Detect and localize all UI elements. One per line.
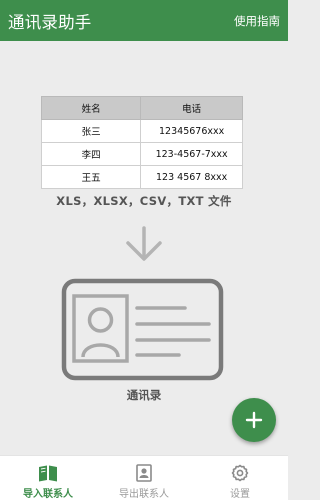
table-row: 王五 123 4567 8xxx — [40, 165, 243, 189]
nav-item-settings[interactable]: 设置 — [192, 456, 288, 500]
nav-label: 设置 — [230, 489, 250, 500]
nav-label: 导出联系人 — [119, 489, 169, 500]
table-cell-name: 王五 — [40, 165, 142, 189]
nav-item-import-contacts[interactable]: 导入联系人 — [0, 456, 96, 500]
table-row: 张三 12345676xxx — [40, 119, 243, 143]
supported-formats-label: XLS，XLSX，CSV，TXT 文件 — [56, 194, 232, 208]
table-cell-name: 李四 — [40, 142, 142, 166]
arrow-down-icon — [126, 226, 162, 261]
nav-label: 导入联系人 — [23, 489, 73, 500]
book-icon — [39, 465, 57, 482]
gear-icon — [231, 464, 249, 482]
table-cell-name: 张三 — [40, 119, 142, 143]
table-header-row: 姓名 电话 — [40, 96, 243, 120]
table-cell-phone: 12345676xxx — [140, 119, 243, 143]
table-cell-phone: 123 4567 8xxx — [140, 165, 243, 189]
plus-icon — [245, 411, 263, 429]
contact-card-icon — [61, 278, 224, 381]
app-title: 通讯录助手 — [8, 12, 92, 32]
table-row: 李四 123-4567-7xxx — [40, 142, 243, 166]
user-guide-link[interactable]: 使用指南 — [234, 13, 280, 29]
bottom-navigation: 导入联系人 导出联系人 设置 — [0, 455, 288, 500]
column-header-phone: 电话 — [140, 96, 243, 120]
column-header-name: 姓名 — [40, 96, 142, 120]
add-button[interactable] — [232, 398, 276, 442]
app-bar: 通讯录助手 使用指南 — [0, 0, 288, 41]
sample-contacts-table: 姓名 电话 张三 12345676xxx 李四 123-4567-7xxx 王五… — [40, 96, 243, 189]
nav-item-export-contacts[interactable]: 导出联系人 — [96, 456, 192, 500]
table-cell-phone: 123-4567-7xxx — [140, 142, 243, 166]
contact-card-icon — [136, 464, 152, 482]
